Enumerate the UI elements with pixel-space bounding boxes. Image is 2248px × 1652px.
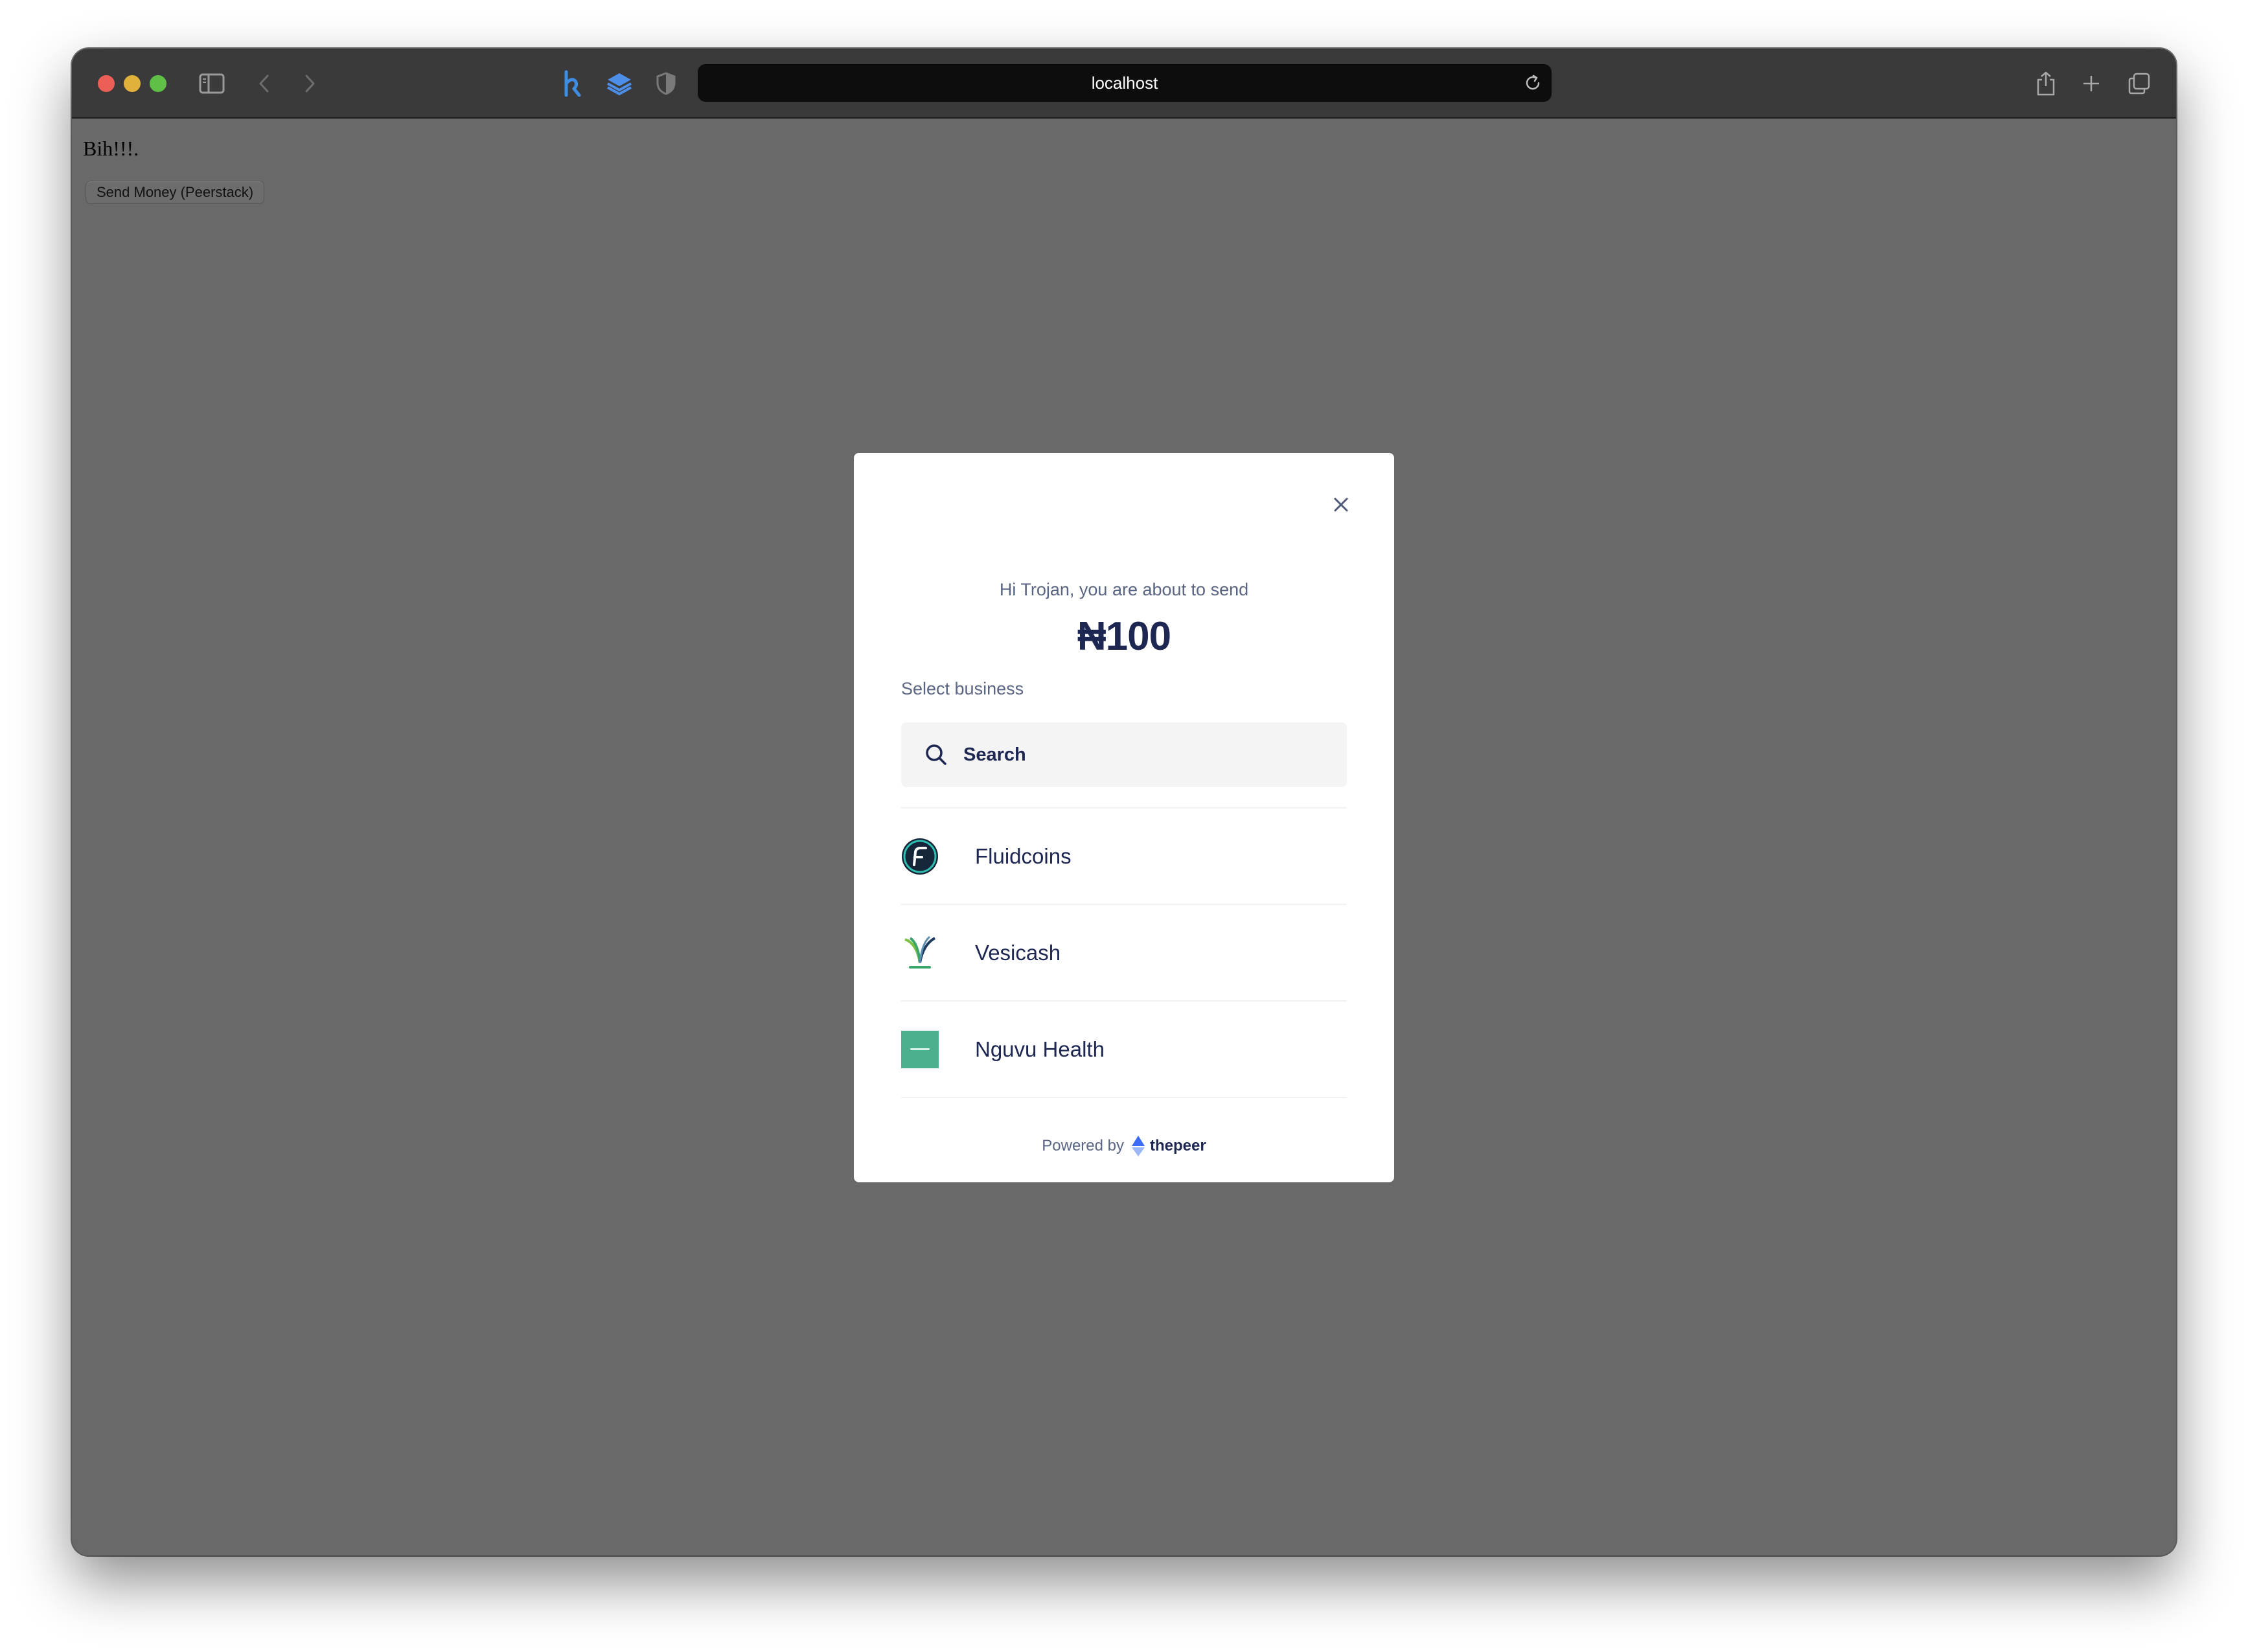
- list-item[interactable]: Nguvu Health: [901, 1000, 1347, 1098]
- select-business-label: Select business: [901, 679, 1024, 698]
- page-content: Bih!!!. Send Money (Peerstack) Hi Trojan…: [72, 117, 2176, 1555]
- nguvu-health-logo-icon: [901, 1031, 939, 1068]
- greeting-text: Hi Trojan, you are about to send: [999, 580, 1249, 599]
- business-name: Nguvu Health: [975, 1037, 1105, 1061]
- page-heading: Bih!!!.: [83, 137, 139, 160]
- zoom-window-button[interactable]: [150, 75, 166, 92]
- search-input[interactable]: Search: [901, 722, 1347, 787]
- address-bar[interactable]: localhost: [698, 64, 1552, 102]
- tab-overview-icon[interactable]: [2122, 66, 2157, 101]
- close-icon[interactable]: [1329, 493, 1353, 516]
- business-name: Fluidcoins: [975, 844, 1072, 868]
- business-name: Vesicash: [975, 941, 1061, 965]
- new-tab-icon[interactable]: [2074, 66, 2109, 101]
- close-window-button[interactable]: [98, 75, 115, 92]
- list-item[interactable]: Vesicash: [901, 904, 1347, 1000]
- browser-toolbar: localhost: [72, 49, 2176, 119]
- share-icon[interactable]: [2028, 66, 2063, 101]
- shield-extension-icon[interactable]: [648, 66, 683, 101]
- thepeer-brand-name[interactable]: thepeer: [1150, 1137, 1206, 1155]
- forward-icon[interactable]: [292, 66, 327, 101]
- honey-extension-icon[interactable]: [555, 66, 590, 101]
- powered-by-footer: Powered by thepeer: [854, 1134, 1394, 1158]
- send-money-button[interactable]: Send Money (Peerstack): [86, 181, 265, 204]
- minimize-window-button[interactable]: [124, 75, 141, 92]
- powered-by-text: Powered by: [1042, 1137, 1125, 1154]
- search-icon: [924, 743, 948, 766]
- vesicash-logo-icon: [901, 934, 939, 972]
- back-icon[interactable]: [247, 66, 282, 101]
- fluidcoins-logo-icon: [901, 838, 939, 875]
- business-list: Fluidcoins Vesicash Nguvu Health: [901, 807, 1347, 1098]
- search-placeholder: Search: [963, 744, 1026, 765]
- layers-extension-icon[interactable]: [602, 66, 637, 101]
- url-text: localhost: [1091, 73, 1158, 93]
- browser-window: localhost Bih!!!. Send Money (Peerstack)…: [72, 49, 2176, 1555]
- sidebar-icon[interactable]: [194, 66, 229, 101]
- amount-text: ₦100: [1077, 614, 1171, 659]
- reload-icon[interactable]: [1523, 73, 1543, 93]
- list-item[interactable]: Fluidcoins: [901, 807, 1347, 904]
- send-money-modal: Hi Trojan, you are about to send ₦100 Se…: [854, 453, 1394, 1182]
- thepeer-logo-icon: [1130, 1134, 1146, 1158]
